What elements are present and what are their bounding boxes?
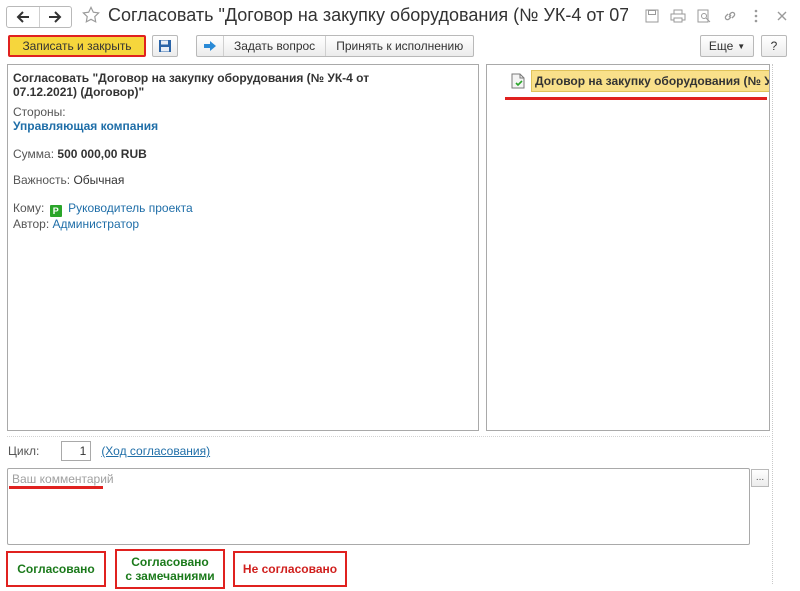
task-title: Согласовать "Договор на закупку оборудов…: [13, 71, 370, 99]
search-icon: [697, 9, 711, 23]
title-bar: Согласовать "Договор на закупку оборудов…: [0, 0, 800, 32]
accept-for-execution-button[interactable]: Принять к исполнению: [325, 36, 473, 56]
back-button[interactable]: [7, 7, 39, 27]
approve-button[interactable]: Согласовано: [6, 551, 106, 587]
comment-highlight-underline: [9, 486, 103, 489]
approve-with-notes-line1: Согласовано: [131, 555, 209, 569]
dropdown-caret-icon: ▼: [737, 41, 746, 51]
approval-progress-link[interactable]: (Ход согласования): [101, 444, 210, 458]
comment-field[interactable]: Ваш комментарий: [7, 468, 750, 545]
save-icon: [645, 9, 659, 23]
document-icon: [511, 73, 525, 89]
cycle-label: Цикл:: [8, 444, 40, 458]
go-to-button[interactable]: [197, 36, 223, 56]
forward-button[interactable]: [38, 7, 72, 27]
to-value[interactable]: Руководитель проекта: [68, 201, 193, 215]
reject-button[interactable]: Не согласовано: [233, 551, 347, 587]
role-icon: Р: [49, 205, 62, 217]
cycle-input[interactable]: 1: [61, 441, 92, 461]
horizontal-divider: [7, 436, 770, 437]
ask-question-button[interactable]: Задать вопрос: [223, 36, 325, 56]
right-divider: [772, 64, 773, 584]
attachments-panel: Договор на закупку оборудования (№ УК-4 …: [486, 64, 770, 431]
window-title: Согласовать "Договор на закупку оборудов…: [108, 5, 628, 25]
author-field: Автор: Администратор: [13, 217, 473, 231]
print-icon: [670, 9, 686, 23]
parties-value[interactable]: Управляющая компания: [13, 119, 473, 133]
link-icon: [724, 11, 736, 21]
favorite-button[interactable]: [80, 4, 102, 26]
print-tool-button[interactable]: [668, 6, 688, 26]
window-tools: [642, 6, 792, 26]
task-actions-group: Задать вопрос Принять к исполнению: [196, 35, 475, 57]
arrow-right-icon: [49, 11, 62, 23]
to-label: Кому:: [13, 201, 45, 215]
more-icon: [754, 9, 758, 23]
approve-with-notes-button[interactable]: Согласовано с замечаниями: [115, 549, 225, 589]
close-icon: [777, 11, 787, 21]
more-tool-button[interactable]: [746, 6, 766, 26]
save-button[interactable]: [152, 35, 178, 57]
approve-with-notes-line2: с замечаниями: [125, 569, 215, 583]
navigation-group: [6, 6, 72, 28]
save-tool-button[interactable]: [642, 6, 662, 26]
parties-field: Стороны: Управляющая компания: [13, 105, 473, 133]
comment-placeholder: Ваш комментарий: [12, 472, 114, 486]
importance-field: Важность: Обычная: [13, 173, 473, 187]
importance-value: Обычная: [73, 173, 125, 187]
help-button[interactable]: ?: [761, 35, 787, 57]
attachment-highlight-underline: [505, 97, 767, 100]
cycle-row: Цикл: 1 (Ход согласования): [8, 441, 210, 461]
more-button[interactable]: Еще ▼: [700, 35, 754, 57]
close-button[interactable]: [772, 6, 792, 26]
link-tool-button[interactable]: [720, 6, 740, 26]
task-details-panel: Согласовать "Договор на закупку оборудов…: [7, 64, 479, 431]
star-icon: [82, 6, 100, 23]
to-field: Кому: Р Руководитель проекта: [13, 201, 473, 217]
floppy-disk-icon: [159, 40, 171, 52]
sum-field: Сумма: 500 000,00 RUB: [13, 147, 473, 161]
sum-label: Сумма:: [13, 147, 55, 161]
command-bar: Записать и закрыть Задать вопрос Принять…: [0, 34, 800, 60]
more-button-label: Еще: [708, 39, 734, 53]
author-value[interactable]: Администратор: [53, 217, 140, 231]
sum-value: 500 000,00 RUB: [57, 147, 147, 161]
attachment-item[interactable]: Договор на закупку оборудования (№ УК-4 …: [531, 70, 769, 92]
author-label: Автор:: [13, 217, 50, 231]
comment-open-button[interactable]: ...: [751, 469, 769, 487]
arrow-left-icon: [16, 11, 29, 23]
importance-label: Важность:: [13, 173, 71, 187]
save-and-close-button[interactable]: Записать и закрыть: [8, 35, 146, 57]
arrow-right-blue-icon: [204, 41, 216, 51]
search-tool-button[interactable]: [694, 6, 714, 26]
parties-label: Стороны:: [13, 105, 66, 119]
